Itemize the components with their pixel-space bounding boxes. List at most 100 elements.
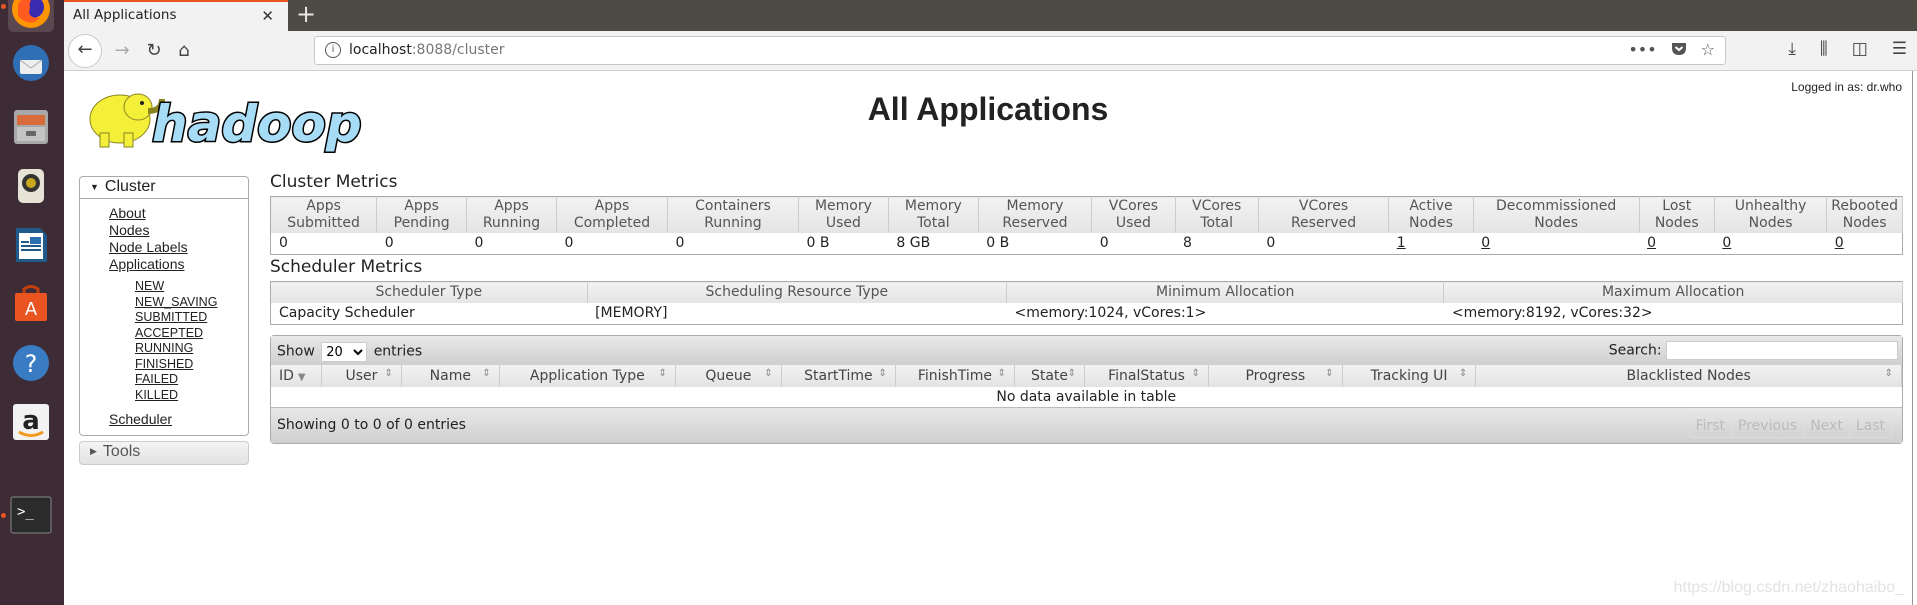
column-header-blacklisted-nodes[interactable]: Blacklisted Nodes ⇕	[1475, 365, 1902, 387]
sidebar-nav: ▼ Cluster About Nodes Node Labels Applica…	[79, 176, 249, 470]
previous-page-button[interactable]: Previous	[1732, 415, 1805, 437]
metric-value: 0	[384, 235, 394, 251]
metric-link[interactable]: 0	[1722, 235, 1731, 251]
metric-link[interactable]: 0	[1647, 235, 1656, 251]
show-label: Show	[277, 343, 315, 360]
url-bar[interactable]: i localhost:8088/cluster ••• ☆	[314, 36, 1726, 65]
files-icon[interactable]	[8, 104, 54, 150]
metric-value: 8 GB	[896, 235, 931, 251]
table-footer: Showing 0 to 0 of 0 entries First Previo…	[271, 407, 1902, 443]
tools-section-header[interactable]: ▶ Tools	[80, 442, 248, 464]
column-header-application-type[interactable]: Application Type ⇕	[499, 365, 676, 387]
url-text: localhost:8088/cluster	[349, 42, 505, 58]
sidebar-link-applications[interactable]: Applications	[109, 256, 248, 273]
next-page-button[interactable]: Next	[1804, 415, 1850, 437]
page-actions-icon[interactable]: •••	[1628, 40, 1656, 60]
sidebar-link-about[interactable]: About	[109, 205, 248, 222]
column-header: Containers Running	[667, 196, 799, 233]
column-header: Memory Used	[798, 196, 889, 233]
libreoffice-writer-icon[interactable]	[8, 222, 54, 268]
metric-link[interactable]: 0	[1481, 235, 1490, 251]
last-page-button[interactable]: Last	[1850, 415, 1891, 437]
column-header-starttime[interactable]: StartTime ⇕	[781, 365, 896, 387]
software-center-icon[interactable]: A	[8, 280, 54, 326]
close-tab-icon[interactable]: ✕	[261, 7, 274, 25]
column-header-progress[interactable]: Progress ⇕	[1208, 365, 1343, 387]
sidebar-link-state-failed[interactable]: FAILED	[135, 372, 248, 388]
column-header: Minimum Allocation	[1006, 281, 1445, 303]
collapsed-triangle-icon: ▶	[90, 446, 97, 457]
column-header-id[interactable]: ID ▼	[271, 365, 323, 387]
main-content: Cluster Metrics Apps Submitted Apps Pending…	[270, 172, 1903, 444]
metric-value: 0	[1827, 233, 1903, 255]
search-input[interactable]	[1666, 341, 1898, 360]
forward-button[interactable]: →	[108, 39, 136, 63]
column-header: Apps Pending	[376, 196, 468, 233]
thunderbird-icon[interactable]	[8, 40, 54, 86]
amazon-icon[interactable]: a	[8, 399, 54, 445]
column-header-queue[interactable]: Queue ⇕	[675, 365, 782, 387]
metric-link[interactable]: 1	[1397, 235, 1406, 251]
scheduler-type: Capacity Scheduler	[279, 305, 415, 321]
column-header-finishtime[interactable]: FinishTime ⇕	[895, 365, 1015, 387]
sidebar-toggle-icon[interactable]: ◫	[1852, 39, 1868, 59]
sidebar-link-state-new[interactable]: NEW	[135, 279, 248, 295]
library-icon[interactable]: ⫼	[1820, 39, 1828, 59]
expanded-triangle-icon: ▼	[90, 181, 99, 192]
metric-link[interactable]: 0	[1835, 235, 1844, 251]
table-row: Capacity Scheduler [MEMORY] <memory:1024…	[271, 303, 1903, 325]
reload-button[interactable]: ↻	[140, 39, 168, 63]
sidebar-link-state-killed[interactable]: KILLED	[135, 388, 248, 404]
downloads-icon[interactable]: ⤓	[1788, 39, 1796, 59]
table-toolbar: Show 20 entries Search:	[271, 336, 1902, 365]
page-size-select[interactable]: 20	[321, 342, 368, 362]
bookmark-star-icon[interactable]: ☆	[1701, 40, 1715, 60]
column-header-tracking-ui[interactable]: Tracking UI ⇕	[1342, 365, 1477, 387]
sort-descending-icon: ▼	[297, 372, 306, 383]
sidebar-link-state-finished[interactable]: FINISHED	[135, 357, 248, 373]
sidebar-link-state-submitted[interactable]: SUBMITTED	[135, 310, 248, 326]
rhythmbox-icon[interactable]	[8, 163, 54, 209]
sidebar-link-state-running[interactable]: RUNNING	[135, 341, 248, 357]
sidebar-link-state-accepted[interactable]: ACCEPTED	[135, 326, 248, 342]
first-page-button[interactable]: First	[1690, 415, 1733, 437]
sidebar-link-nodes[interactable]: Nodes	[109, 222, 248, 239]
tab-all-applications[interactable]: All Applications ✕	[64, 0, 288, 31]
metric-value: 8	[1183, 235, 1192, 251]
entries-label: entries	[373, 343, 423, 360]
tools-section[interactable]: ▶ Tools	[79, 441, 249, 465]
column-header: Decommissioned Nodes	[1473, 196, 1640, 233]
back-button[interactable]: ←	[68, 34, 102, 68]
sidebar-link-scheduler[interactable]: Scheduler	[109, 411, 248, 428]
column-header-name[interactable]: Name ⇕	[401, 365, 500, 387]
column-header: VCores Used	[1091, 196, 1176, 233]
sort-icon: ⇕	[1884, 368, 1893, 379]
pagination: First Previous Next Last	[1688, 414, 1892, 438]
scheduler-metrics-heading: Scheduler Metrics	[270, 257, 423, 277]
sort-icon: ⇕	[1067, 368, 1077, 379]
sidebar-link-state-new-saving[interactable]: NEW_SAVING	[135, 295, 248, 311]
sort-icon: ⇕	[482, 368, 491, 379]
svg-text:A: A	[25, 299, 38, 320]
menu-icon[interactable]: ☰	[1892, 39, 1907, 59]
firefox-icon[interactable]	[8, 0, 54, 32]
home-button[interactable]: ⌂	[170, 39, 198, 63]
sort-icon: ⇕	[658, 368, 667, 379]
sort-icon: ⇕	[878, 368, 887, 379]
pocket-icon[interactable]	[1671, 40, 1687, 60]
new-tab-button[interactable]: +	[296, 0, 316, 28]
site-info-icon[interactable]: i	[325, 42, 341, 58]
maximum-allocation: <memory:8192, vCores:32>	[1451, 305, 1653, 321]
column-header-state[interactable]: State ⇕	[1014, 365, 1086, 387]
watermark: https://blog.csdn.net/zhaohaibo_	[1673, 579, 1904, 596]
metric-value: 1	[1389, 233, 1474, 255]
column-header-user[interactable]: User ⇕	[321, 365, 402, 387]
column-header-finalstatus[interactable]: FinalStatus ⇕	[1084, 365, 1209, 387]
metric-value: 0	[1099, 235, 1109, 251]
cluster-section-header[interactable]: ▼ Cluster	[80, 177, 248, 199]
terminal-icon[interactable]: >_	[8, 492, 54, 538]
sidebar-link-node-labels[interactable]: Node Labels	[109, 239, 248, 256]
column-header: Apps Completed	[556, 196, 669, 233]
help-icon[interactable]: ?	[8, 340, 54, 386]
metric-value: 0 B	[986, 235, 1010, 251]
